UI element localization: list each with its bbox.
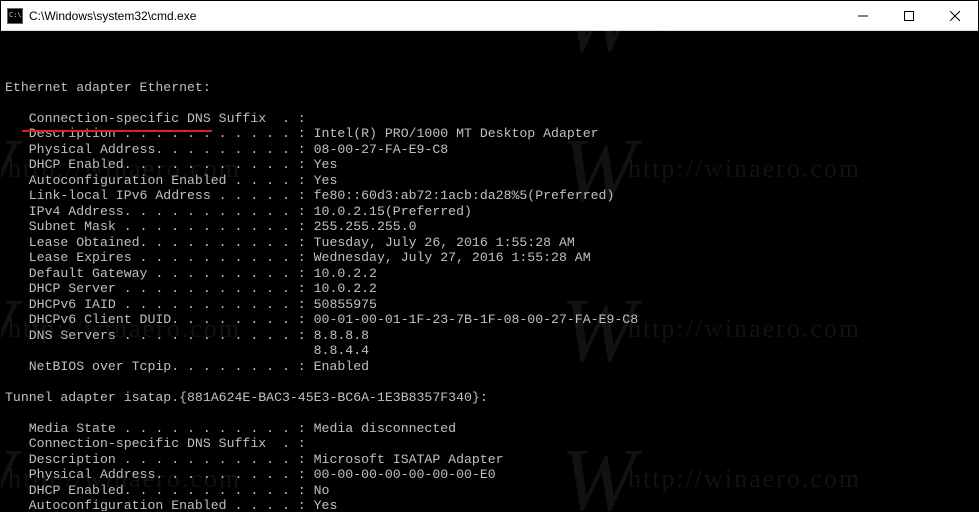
red-underline-highlight [22, 130, 212, 132]
section-header: Ethernet adapter Ethernet: [5, 80, 974, 96]
close-button[interactable] [932, 1, 978, 30]
output-line: Link-local IPv6 Address . . . . . : fe80… [5, 188, 974, 204]
output-line: Connection-specific DNS Suffix . : [5, 436, 974, 452]
output-line: 8.8.4.4 [5, 343, 974, 359]
output-line: Physical Address. . . . . . . . . : 00-0… [5, 467, 974, 483]
output-line: Autoconfiguration Enabled . . . . : Yes [5, 498, 974, 511]
window-title: C:\Windows\system32\cmd.exe [29, 9, 840, 23]
output-line: DHCPv6 IAID . . . . . . . . . . . : 5085… [5, 297, 974, 313]
blank-line [5, 405, 974, 421]
output-line: NetBIOS over Tcpip. . . . . . . . : Enab… [5, 359, 974, 375]
output-line: DHCPv6 Client DUID. . . . . . . . : 00-0… [5, 312, 974, 328]
output-line: DHCP Server . . . . . . . . . . . : 10.0… [5, 281, 974, 297]
output-line: Description . . . . . . . . . . . : Micr… [5, 452, 974, 468]
output-line: DHCP Enabled. . . . . . . . . . . : Yes [5, 157, 974, 173]
minimize-button[interactable] [840, 1, 886, 30]
output-line: Lease Obtained. . . . . . . . . . : Tues… [5, 235, 974, 251]
output-line: Subnet Mask . . . . . . . . . . . : 255.… [5, 219, 974, 235]
output-line: IPv4 Address. . . . . . . . . . . : 10.0… [5, 204, 974, 220]
cmd-icon [7, 8, 23, 24]
output-line: Lease Expires . . . . . . . . . . : Wedn… [5, 250, 974, 266]
output-line: Autoconfiguration Enabled . . . . : Yes [5, 173, 974, 189]
output-line: Connection-specific DNS Suffix . : [5, 111, 974, 127]
output-line: DNS Servers . . . . . . . . . . . : 8.8.… [5, 328, 974, 344]
maximize-button[interactable] [886, 1, 932, 30]
blank-line [5, 64, 974, 80]
window-controls [840, 1, 978, 30]
output-line: DHCP Enabled. . . . . . . . . . . : No [5, 483, 974, 499]
section-header: Tunnel adapter isatap.{881A624E-BAC3-45E… [5, 390, 974, 406]
blank-line [5, 374, 974, 390]
output-line: Description . . . . . . . . . . . : Inte… [5, 126, 974, 142]
terminal-output[interactable]: Ethernet adapter Ethernet: Connection-sp… [1, 31, 978, 511]
window-titlebar: C:\Windows\system32\cmd.exe [1, 1, 978, 31]
blank-line [5, 95, 974, 111]
output-line: Default Gateway . . . . . . . . . : 10.0… [5, 266, 974, 282]
output-line: Media State . . . . . . . . . . . : Medi… [5, 421, 974, 437]
output-line: Physical Address. . . . . . . . . : 08-0… [5, 142, 974, 158]
